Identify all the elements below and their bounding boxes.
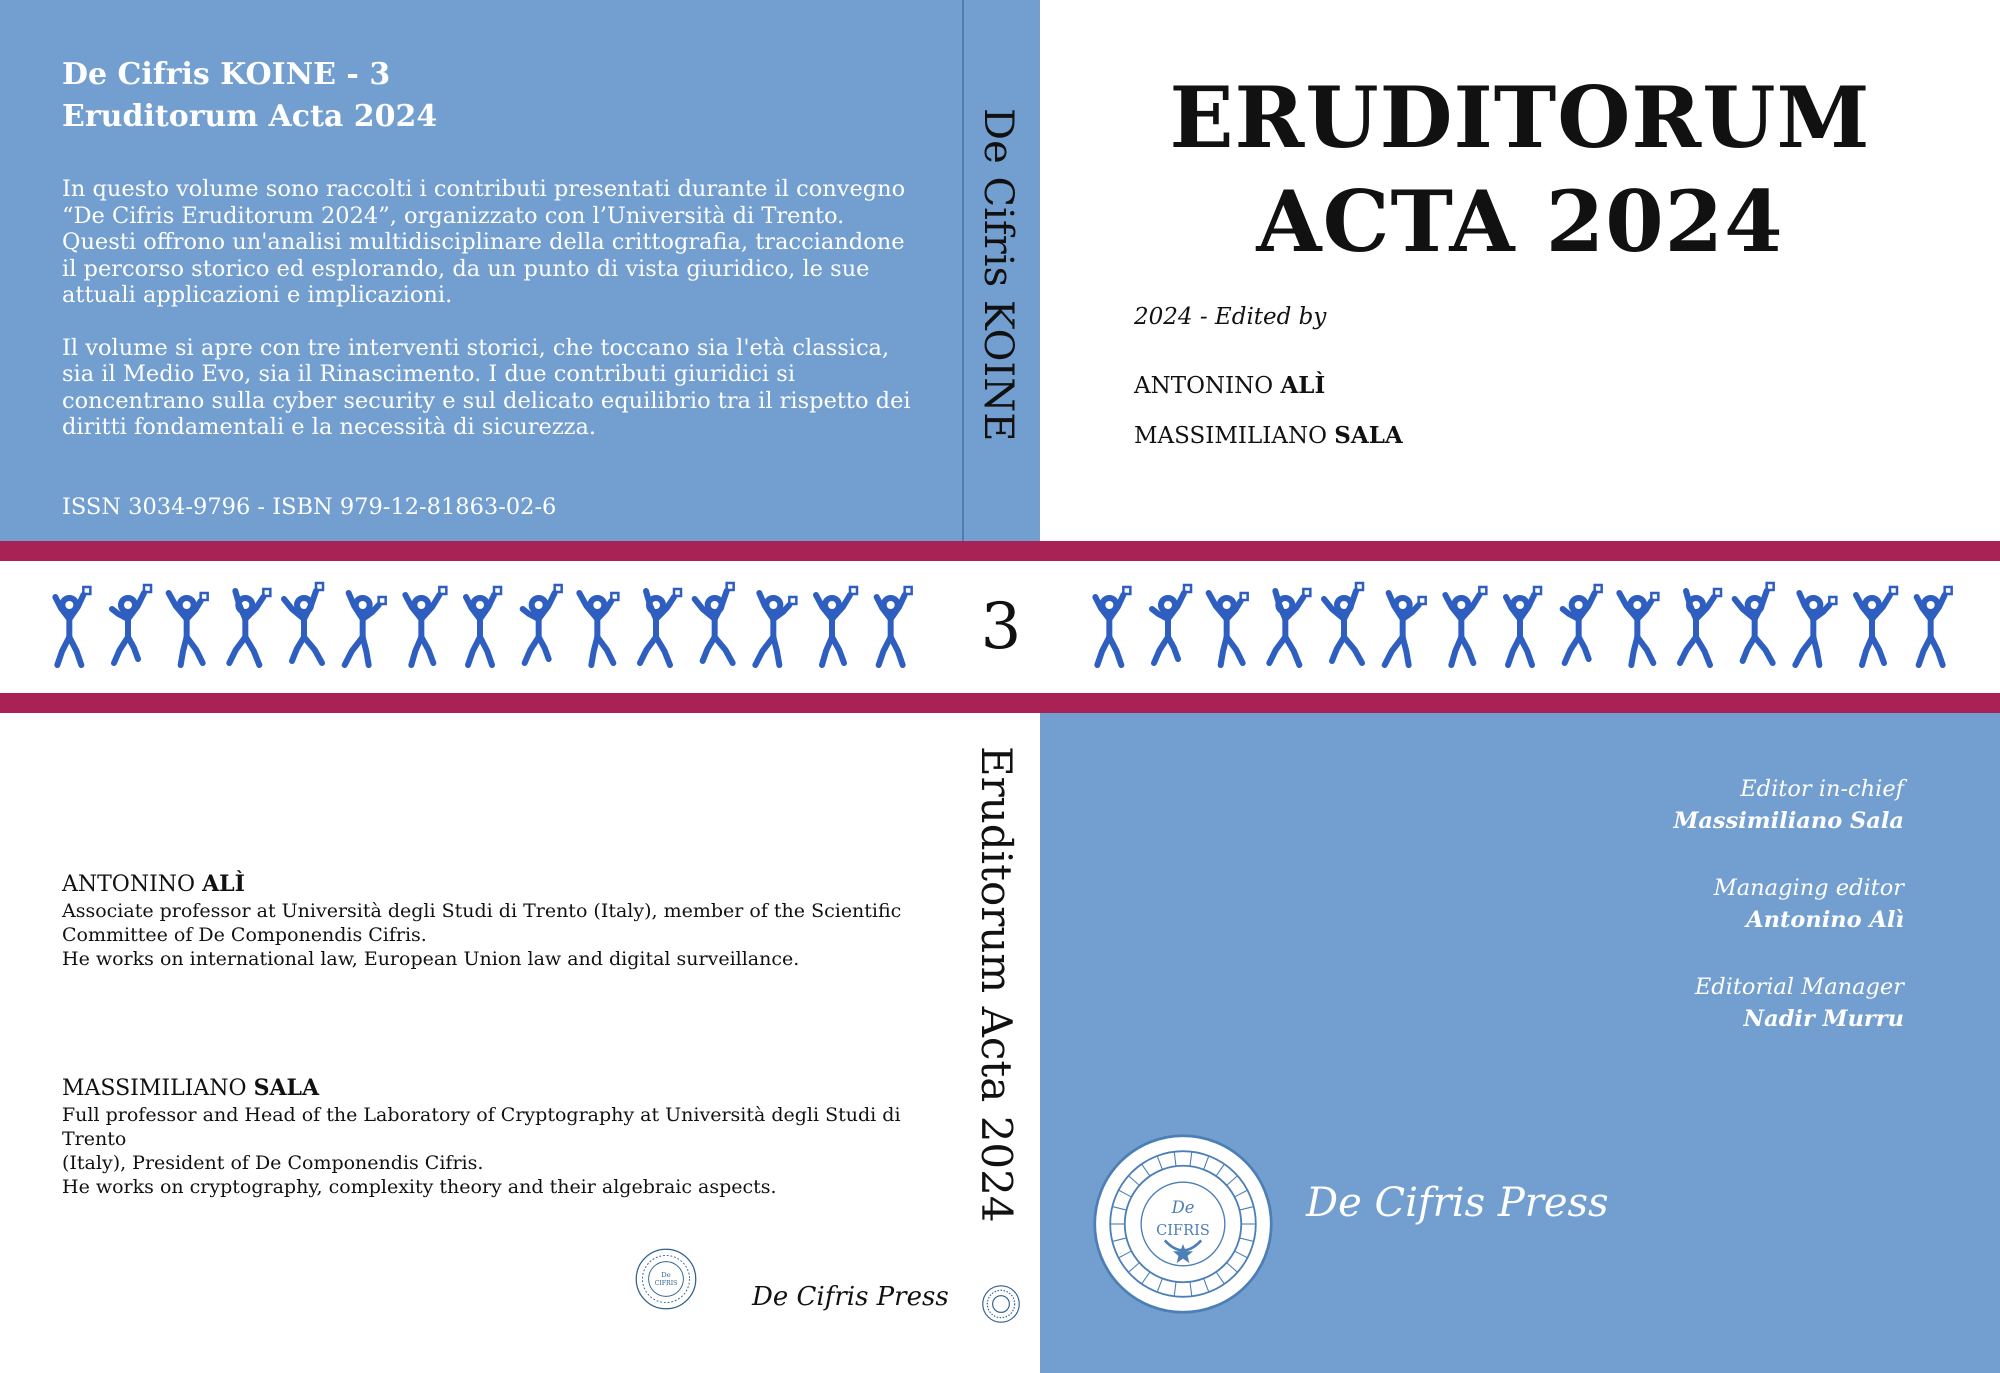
dancing-man-icon [576,590,620,668]
bio-2-last: SALA [253,1075,320,1101]
back-description: In questo volume sono raccolti i contrib… [62,176,922,467]
bio-2-first: MASSIMILIANO [62,1076,247,1101]
dancing-man-icon [1616,590,1660,668]
masthead-name-2: Antonino Alì [1746,907,1904,933]
volume-number: 3 [980,590,1022,664]
editor-2-first: MASSIMILIANO [1134,423,1327,449]
dancing-man-icon [519,583,563,666]
dancing-men-frieze-icon [52,581,913,668]
title-line-1: ERUDITORUM [1169,68,1871,167]
description-paragraph-1: In questo volume sono raccolti i contrib… [62,176,906,308]
bio-1-line-2: Committee of De Componendis Cifris. [62,924,427,946]
spine-series-title: De Cifris KOINE [975,108,1021,442]
dancing-man-icon [1913,585,1953,668]
author-bio-1: ANTONINO ALÌ Associate professor at Univ… [62,872,942,971]
seal-text-top-big: De [1171,1198,1195,1217]
series-line-1: De Cifris KOINE - 3 [62,57,391,92]
dancing-man-icon [1503,585,1543,668]
dancing-man-icon [52,585,92,668]
dancing-man-icon [1559,583,1603,666]
bio-2-line-3: He works on cryptography, complexity the… [62,1176,777,1198]
dancing-man-icon [463,585,503,668]
bio-2-name: MASSIMILIANO SALA [62,1076,942,1101]
masthead: Editor in-chief Massimiliano Sala Managi… [1100,773,1904,1070]
editor-name-2: MASSIMILIANO SALA [1134,422,1403,449]
dancing-man-icon [402,585,448,668]
dancing-man-icon [1792,590,1838,668]
series-line-2: Eruditorum Acta 2024 [62,99,438,134]
dancing-man-icon [281,581,325,666]
description-paragraph-2: Il volume si apre con tre interventi sto… [62,334,911,441]
seal-text-bottom: CIFRIS [655,1280,678,1287]
dancing-man-icon [813,585,859,668]
isbn-line: ISSN 3034-9796 - ISBN 979-12-81863-02-6 [62,494,557,520]
dancing-man-icon [1853,585,1899,668]
dancing-man-icon [1321,581,1365,666]
series-title: De Cifris KOINE - 3 Eruditorum Acta 2024 [62,54,437,138]
magenta-stripe-top [0,541,2000,561]
de-cifris-seal-icon: De CIFRIS [635,1248,697,1310]
dancing-man-icon [1731,581,1776,666]
dancing-man-icon [873,585,913,668]
dancing-man-icon [637,587,683,668]
spine-book-title: Eruditorum Acta 2024 [972,746,1021,1223]
editor-1-last: ALÌ [1280,372,1326,399]
bio-1-name: ANTONINO ALÌ [62,872,942,897]
back-cover-bottom [0,713,962,1373]
masthead-role-1: Editor in-chief [1740,776,1904,802]
editor-name-1: ANTONINO ALÌ [1134,372,1325,399]
dancing-man-icon [1205,590,1249,668]
dancing-man-icon [1092,585,1132,668]
magenta-stripe-bottom [0,693,2000,713]
bio-1-last: ALÌ [202,871,245,897]
edited-by: 2024 - Edited by [1134,304,1327,330]
editor-1-first: ANTONINO [1134,373,1274,399]
decorative-band: 3 [0,541,2000,713]
dancing-man-icon [1149,583,1193,666]
seal-text-top: De [661,1271,671,1279]
masthead-name-1: Massimiliano Sala [1673,808,1904,834]
book-title: ERUDITORUM ACTA 2024 [1040,66,2000,274]
dancing-man-icon [109,583,153,666]
dancing-man-icon [752,590,798,668]
dancing-man-icon [226,587,272,668]
bio-1-first: ANTONINO [62,872,196,897]
masthead-role-3: Editorial Manager [1694,974,1904,1000]
dancing-man-icon [1442,585,1488,668]
de-cifris-seal-icon [982,1285,1020,1323]
seal-text-bottom-big: CIFRIS [1156,1222,1210,1239]
masthead-role-2: Managing editor [1713,875,1904,901]
bio-2-line-2: (Italy), President of De Componendis Cif… [62,1152,484,1174]
dancing-man-icon [691,581,736,666]
dancing-man-icon [1266,587,1312,668]
title-line-2: ACTA 2024 [1256,172,1784,271]
dancing-men-frieze-icon [1092,581,1953,668]
press-name-large: De Cifris Press [1306,1180,1609,1226]
bio-2-line-1: Full professor and Head of the Laborator… [62,1104,901,1150]
author-bio-2: MASSIMILIANO SALA Full professor and Hea… [62,1076,942,1199]
dancing-man-icon [165,590,209,668]
dancing-man-icon [1381,590,1427,668]
dancing-man-icon [341,590,387,668]
editor-2-last: SALA [1334,422,1403,449]
bio-1-line-1: Associate professor at Università degli … [62,900,902,922]
bio-1-line-3: He works on international law, European … [62,948,800,970]
dancing-man-icon [1677,587,1723,668]
press-name-small: De Cifris Press [752,1282,949,1312]
de-cifris-seal-icon: De CIFRIS [1093,1134,1273,1314]
masthead-name-3: Nadir Murru [1743,1006,1904,1032]
